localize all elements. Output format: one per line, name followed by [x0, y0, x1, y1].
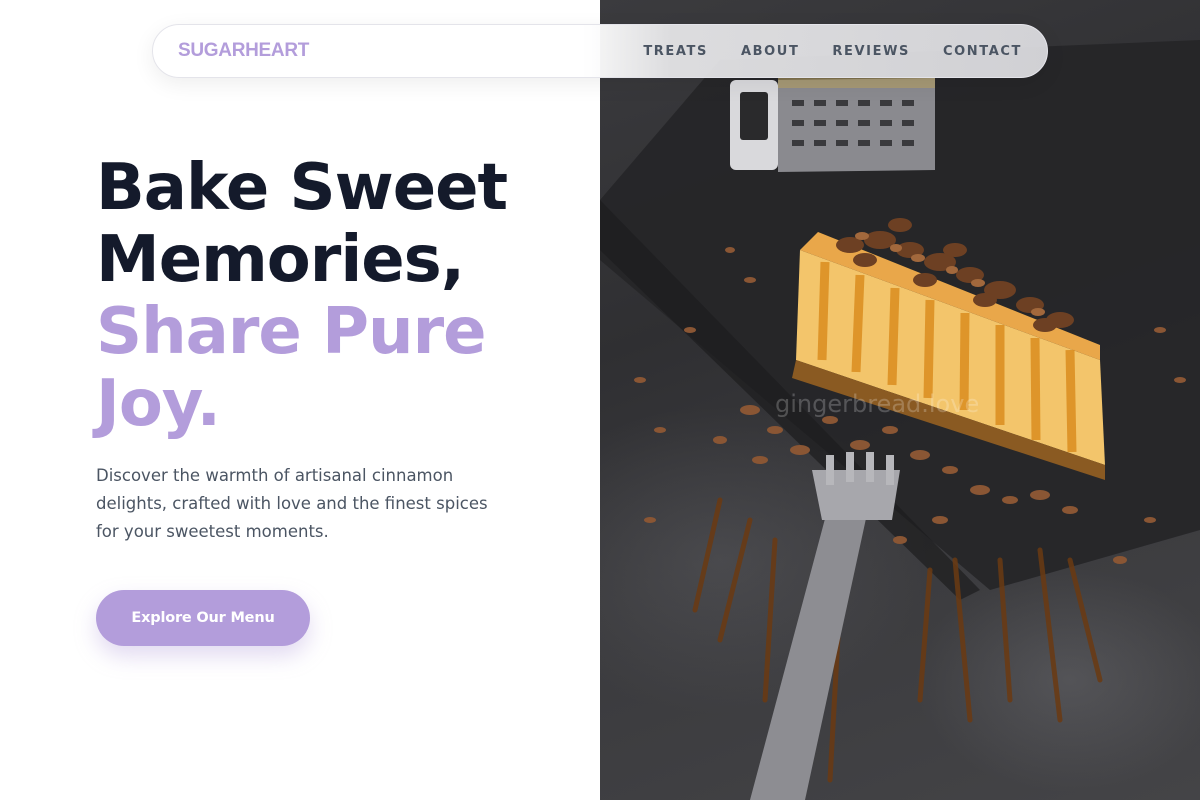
cheesecake-illustration: gingerbread.love — [600, 40, 1200, 800]
hero-section: Bake Sweet Memories, Share Pure Joy. Dis… — [96, 152, 556, 546]
hero-photo: gingerbread.love — [600, 0, 1200, 800]
headline-line-4: Joy. — [96, 367, 221, 441]
headline-line-1: Bake Sweet — [96, 151, 508, 225]
headline-line-3: Share Pure — [96, 295, 487, 369]
photo-watermark: gingerbread.love — [775, 390, 979, 418]
grater — [730, 78, 935, 172]
headline-line-2: Memories, — [96, 223, 465, 297]
hero-headline: Bake Sweet Memories, Share Pure Joy. — [96, 152, 556, 440]
explore-menu-button[interactable]: Explore Our Menu — [96, 590, 310, 646]
fork — [750, 452, 900, 800]
nav-link-contact[interactable]: CONTACT — [943, 44, 1022, 59]
top-navbar: SUGARHEART TREATS ABOUT REVIEWS CONTACT — [152, 24, 1048, 78]
nav-link-reviews[interactable]: REVIEWS — [832, 44, 910, 59]
nav-link-treats[interactable]: TREATS — [643, 44, 708, 59]
brand-logo[interactable]: SUGARHEART — [178, 40, 309, 62]
hero-description: Discover the warmth of artisanal cinnamo… — [96, 466, 488, 541]
nav-link-about[interactable]: ABOUT — [741, 44, 799, 59]
nav-menu: TREATS ABOUT REVIEWS CONTACT — [643, 44, 1022, 59]
